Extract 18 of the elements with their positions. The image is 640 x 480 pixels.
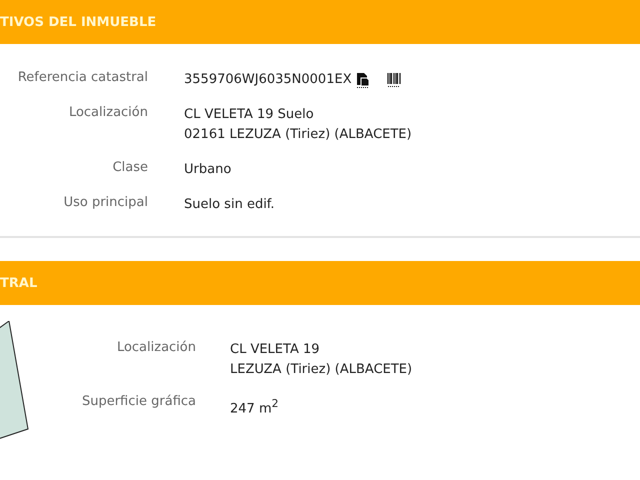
section-title: TRAL [0, 276, 38, 290]
barcode-icon[interactable] [386, 72, 402, 88]
field-value: LEZUZA (Tiriez) (ALBACETE) [230, 361, 412, 379]
field-label: Uso principal [62, 195, 148, 212]
copy-icon[interactable] [356, 72, 370, 88]
field-value: 247 m$^{2}$ [230, 396, 278, 418]
field-label: Superficie gráfica [80, 394, 196, 411]
field-value: CL VELETA 19 Suelo [184, 106, 314, 124]
field-label: Clase [112, 160, 148, 177]
field-label: Referencia catastral [16, 70, 148, 87]
section-title: TIVOS DEL INMUEBLE [0, 14, 156, 30]
field-value: 3559706WJ6035N0001EX [184, 71, 352, 89]
field-label: Localización [68, 105, 148, 122]
field-label: Localización [116, 340, 196, 357]
field-value: Urbano [184, 161, 232, 179]
field-value: 02161 LEZUZA (Tiriez) (ALBACETE) [184, 126, 412, 144]
field-value: Suelo sin edif. [184, 196, 275, 214]
field-value: CL VELETA 19 [230, 341, 320, 359]
